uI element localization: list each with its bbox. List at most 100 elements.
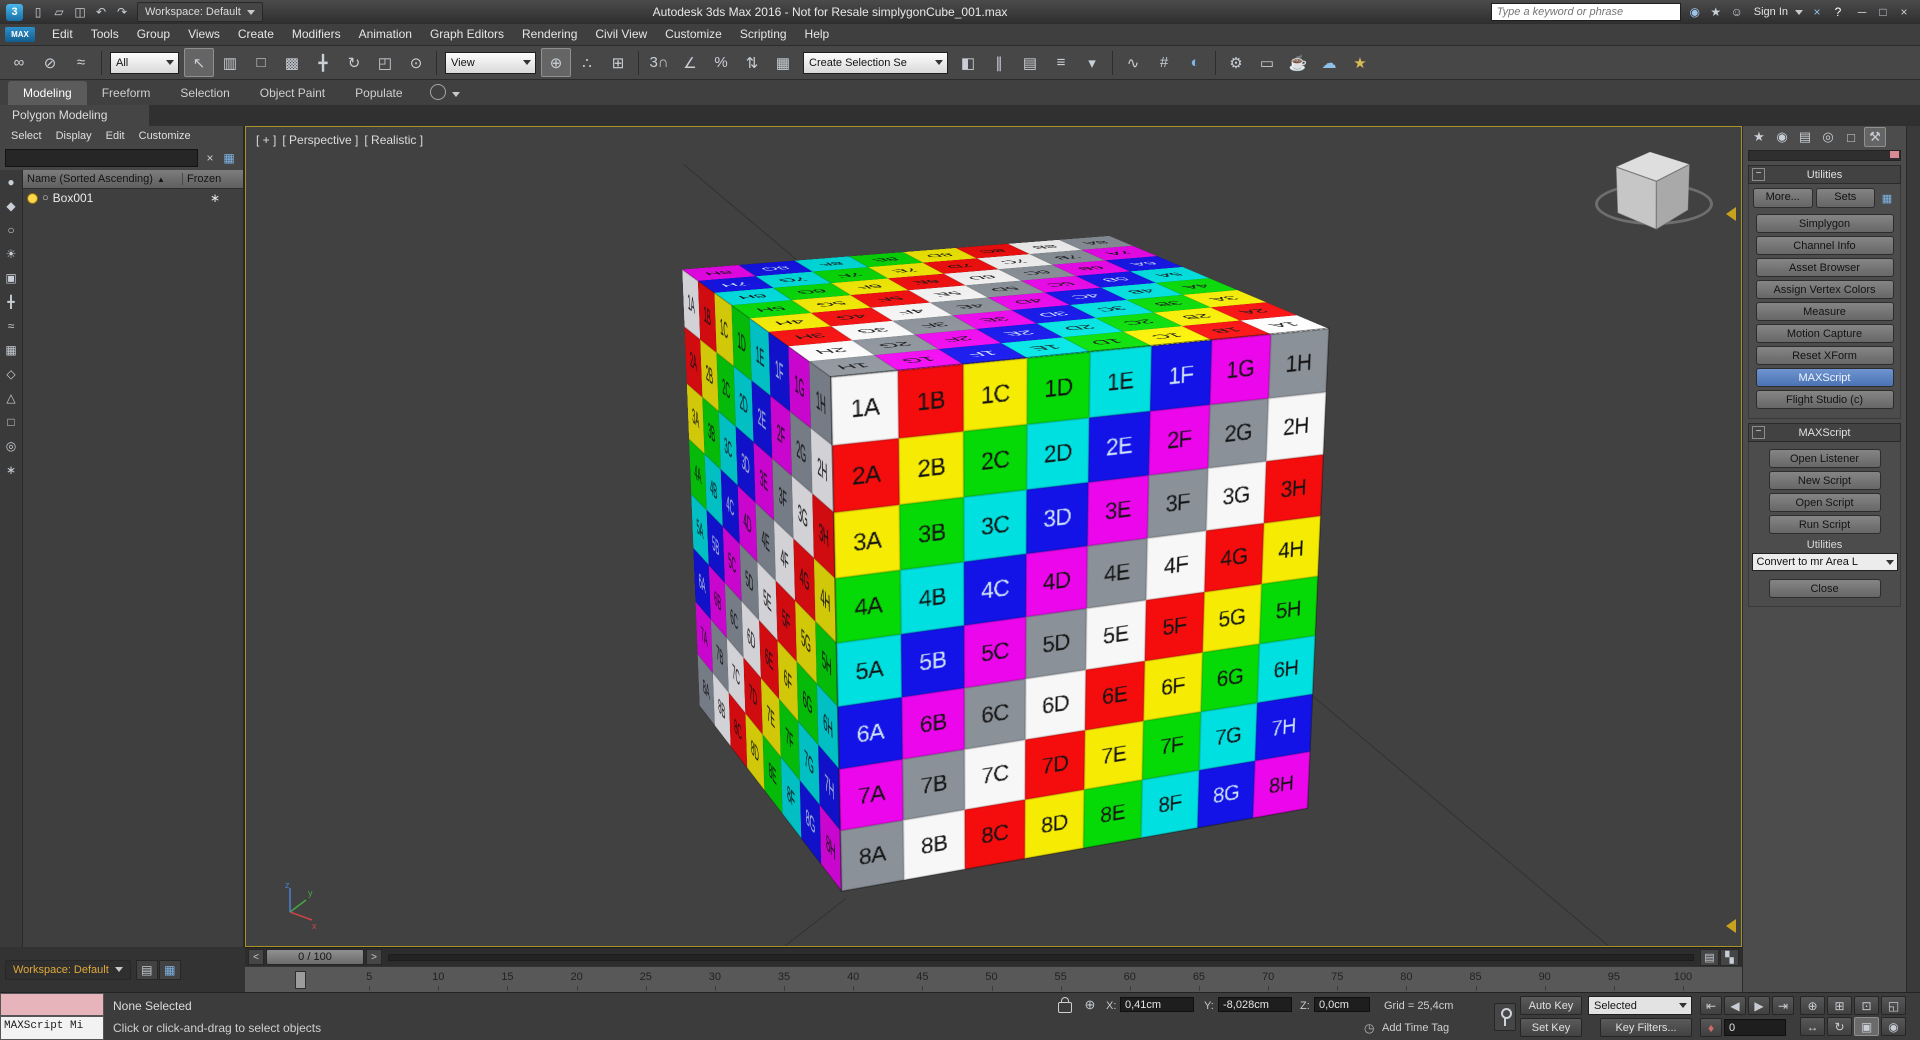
absolute-mode-icon[interactable]: ⊕ [1082,997,1098,1013]
named-selection-sets-dropdown[interactable]: Create Selection Se [803,52,948,74]
scene-explorer-bottom-icon[interactable]: ▤ [136,960,158,980]
panel-scroll-indicator[interactable] [1748,150,1901,161]
maxscript-button[interactable]: MAXScript [1756,368,1894,387]
menu-create[interactable]: Create [229,24,283,45]
sets-button[interactable]: Sets [1816,188,1876,208]
asset-browser-button[interactable]: Asset Browser [1756,258,1894,277]
menu-rendering[interactable]: Rendering [513,24,586,45]
auto-key-button[interactable]: Auto Key [1520,996,1582,1015]
select-and-manipulate-icon[interactable]: ∴ [572,48,602,77]
menu-graph-editors[interactable]: Graph Editors [421,24,513,45]
close-button[interactable]: Close [1769,579,1881,598]
new-script-button[interactable]: New Script [1769,471,1881,490]
select-and-rotate-icon[interactable]: ↻ [339,48,369,77]
favorites-star-icon[interactable]: ★ [1706,3,1726,21]
explorer-menu-display[interactable]: Display [49,130,99,142]
select-by-name-icon[interactable]: ▥ [215,48,245,77]
column-chooser-icon[interactable]: ▦ [220,149,238,167]
render-setup-icon[interactable]: ⚙ [1221,48,1251,77]
motion-tab-icon[interactable]: ◎ [1818,128,1838,146]
schematic-view-icon[interactable]: # [1149,48,1179,77]
polygon-modeling-panel[interactable]: Polygon Modeling [0,105,149,126]
infocenter-search-input[interactable] [1491,3,1681,21]
render-production-icon[interactable]: ☕ [1283,48,1313,77]
viewport-pov-label[interactable]: [ Perspective ] [282,133,358,147]
y-coordinate-field[interactable]: -8,028cm [1218,997,1292,1012]
reference-coordinate-dropdown[interactable]: View [445,52,536,74]
channel-info-button[interactable]: Channel Info [1756,236,1894,255]
menu-views[interactable]: Views [179,24,229,45]
display-lights-icon[interactable]: ☀ [2,246,20,262]
measure-button[interactable]: Measure [1756,302,1894,321]
display-containers-icon[interactable]: □ [2,414,20,430]
display-bones-icon[interactable]: △ [2,390,20,406]
go-to-start-icon[interactable]: ⇤ [1700,996,1722,1015]
undo-icon[interactable]: ↶ [91,3,111,21]
motion-capture-button[interactable]: Motion Capture [1756,324,1894,343]
ribbon-tab-modeling[interactable]: Modeling [8,81,87,105]
display-cameras-icon[interactable]: ▣ [2,270,20,286]
keyboard-override-icon[interactable]: ⊞ [603,48,633,77]
go-to-end-icon[interactable]: ⇥ [1772,996,1794,1015]
display-groups-icon[interactable]: ▦ [2,342,20,358]
menu-animation[interactable]: Animation [350,24,421,45]
utilities-tab-icon[interactable]: ⚒ [1864,127,1886,147]
select-object-icon[interactable]: ↖ [184,48,214,77]
select-and-link-icon[interactable]: ∞ [4,48,34,77]
z-coordinate-field[interactable]: 0,0cm [1314,997,1370,1012]
clear-search-icon[interactable]: × [201,149,219,167]
explorer-menu-customize[interactable]: Customize [132,130,198,142]
frozen-column-header[interactable]: Frozen [183,173,243,185]
select-and-place-icon[interactable]: ⊙ [401,48,431,77]
workspace-selector-bottom[interactable]: Workspace: Default [5,960,131,980]
ribbon-toggle-icon[interactable]: ▾ [1077,48,1107,77]
user-icon[interactable]: ☺ [1727,3,1747,21]
key-selection-dropdown[interactable]: Selected [1588,996,1692,1015]
align-icon[interactable]: ∥ [984,48,1014,77]
select-and-move-icon[interactable]: ╋ [308,48,338,77]
reset-xform-button[interactable]: Reset XForm [1756,346,1894,365]
autodesk-a360-icon[interactable]: × [1807,3,1827,21]
run-script-button[interactable]: Run Script [1769,515,1881,534]
mini-trackbar-icon[interactable]: ▚ [1720,949,1739,966]
viewport-shading-label[interactable]: [ Realistic ] [364,133,423,147]
utilities-rollout-header[interactable]: − Utilities [1748,165,1901,184]
save-file-icon[interactable]: ◫ [70,3,90,21]
curve-editor-icon[interactable]: ∿ [1118,48,1148,77]
track-bar-frame-marker[interactable] [295,971,306,989]
3dsmax-logo-icon[interactable]: 3 [6,4,23,21]
ribbon-tab-freeform[interactable]: Freeform [87,81,166,105]
previous-frame-arrow[interactable]: < [248,949,264,965]
play-icon[interactable]: ▶ [1748,996,1770,1015]
display-materials-icon[interactable]: ◎ [2,438,20,454]
utilities-config-icon[interactable]: ▦ [1878,190,1896,206]
set-keys-icon[interactable] [1494,1003,1516,1031]
modify-tab-icon[interactable]: ◉ [1772,128,1792,146]
zoom-region-icon[interactable]: ◱ [1881,996,1906,1015]
explorer-column-headers[interactable]: Name (Sorted Ascending)▲ Frozen [23,170,243,189]
collapse-icon[interactable]: − [1752,426,1765,439]
frozen-toggle-icon[interactable]: ∗ [187,191,243,205]
minimize-icon[interactable]: ─ [1852,3,1872,21]
scene-object-row[interactable]: ○ Box001 ∗ [23,189,243,207]
unlink-selection-icon[interactable]: ⊘ [35,48,65,77]
layer-explorer-toggle-icon[interactable]: ≡ [1046,48,1076,77]
create-tab-icon[interactable]: ★ [1749,128,1769,146]
display-frozen-icon[interactable]: ∗ [2,462,20,478]
box001-object[interactable]: 1A1B1C1D1E1F1G1H2A2B2C2D2E2F2G2H3A3B3C3D… [748,293,1228,773]
display-helpers-icon[interactable]: ╋ [2,294,20,310]
use-pivot-center-icon[interactable]: ⊕ [541,48,571,77]
menu-modifiers[interactable]: Modifiers [283,24,350,45]
select-and-scale-icon[interactable]: ◰ [370,48,400,77]
ribbon-tab-selection[interactable]: Selection [165,81,244,105]
track-bar[interactable]: 5101520253035404550556065707580859095100 [245,966,1742,992]
new-file-icon[interactable]: ▯ [28,3,48,21]
ribbon-tab-object-paint[interactable]: Object Paint [245,81,340,105]
rectangular-region-icon[interactable]: □ [246,48,276,77]
next-frame-arrow[interactable]: > [366,949,382,965]
zoom-all-icon[interactable]: ⊞ [1827,996,1852,1015]
snap-toggle-3d-icon[interactable]: 3∩ [644,48,674,77]
rendered-frame-icon[interactable]: ▭ [1252,48,1282,77]
ribbon-config-icon[interactable] [430,84,446,100]
maxscript-mini-listener[interactable]: MAXScript Mi [0,1016,104,1040]
